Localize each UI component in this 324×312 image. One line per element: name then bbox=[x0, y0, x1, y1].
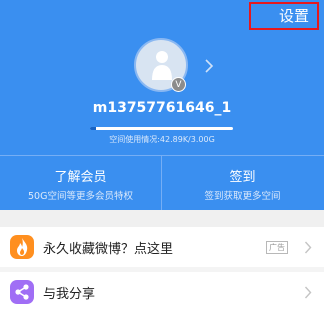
flame-icon bbox=[10, 235, 34, 259]
member-button[interactable]: 了解会员 50G空间等更多会员特权 bbox=[0, 155, 161, 210]
vip-badge: V bbox=[171, 77, 186, 92]
member-subtitle: 50G空间等更多会员特权 bbox=[28, 191, 133, 202]
person-icon bbox=[152, 51, 172, 80]
share-icon bbox=[10, 280, 34, 304]
storage-progress-bar bbox=[90, 127, 233, 130]
list-item-label: 永久收藏微博？点这里 bbox=[43, 242, 174, 257]
list-item-weibo[interactable]: 永久收藏微博？点这里 广告 bbox=[0, 227, 324, 267]
settings-highlight-box bbox=[249, 2, 319, 30]
storage-progress-fill bbox=[90, 127, 96, 130]
member-title: 了解会员 bbox=[54, 170, 107, 185]
ad-badge: 广告 bbox=[266, 241, 288, 254]
list-item-label: 与我分享 bbox=[43, 287, 96, 302]
profile-header: 设置 V m13757761646_1 空间使用情况:42.89K/3.00G … bbox=[0, 0, 324, 210]
username: m13757761646_1 bbox=[92, 100, 232, 116]
chevron-right-icon bbox=[304, 286, 312, 299]
checkin-button[interactable]: 签到 签到获取更多空间 bbox=[162, 155, 323, 210]
chevron-right-icon[interactable] bbox=[203, 59, 215, 73]
checkin-subtitle: 签到获取更多空间 bbox=[204, 191, 281, 202]
section-gap bbox=[0, 210, 324, 227]
checkin-title: 签到 bbox=[229, 170, 256, 185]
chevron-right-icon bbox=[304, 241, 312, 254]
list-item-shared[interactable]: 与我分享 bbox=[0, 272, 324, 312]
storage-usage-text: 空间使用情况:42.89K/3.00G bbox=[109, 135, 215, 144]
